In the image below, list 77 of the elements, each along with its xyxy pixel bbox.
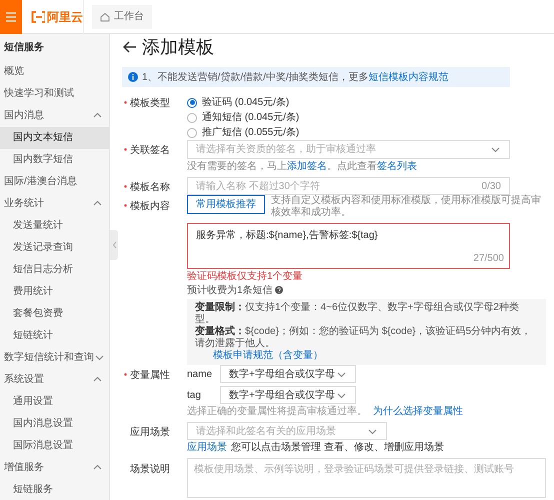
field-label: 关联签名 (130, 144, 170, 158)
field-label: 变量属性 (130, 368, 170, 383)
error-message: 验证码模板仅支持1个变量 (187, 270, 303, 283)
sidebar-item[interactable]: 短链统计 (0, 324, 109, 346)
fee-note: 预计收费为1条短信 (187, 284, 273, 298)
rules-link[interactable]: 模板申请规范（含变量） (213, 350, 323, 362)
notice-link[interactable]: 短信模板内容规范 (368, 72, 449, 82)
hint-link[interactable]: 为什么选择变量属性 (373, 404, 463, 418)
sidebar-item[interactable]: 发送记录查询 (0, 236, 109, 259)
sidebar-item[interactable]: 数字短信统计和查询 (0, 346, 109, 368)
collapse-handle[interactable] (110, 230, 118, 260)
notice-text: 1、不能发送营销/贷款/借款/中奖/抽奖类短信，更多短信模板内容规范 (142, 70, 449, 84)
logo-icon (31, 10, 45, 22)
workbench-tab[interactable]: 工作台 (92, 4, 152, 28)
field-label: 模板名称 (130, 180, 170, 195)
sidebar-item[interactable]: 概览 (0, 60, 109, 83)
sidebar-item[interactable]: 系统设置 (0, 368, 109, 390)
input-placeholder: 请输入名称 不超过30个字符 (196, 180, 320, 194)
select-value: 数字+字母组合或仅字母 (229, 368, 335, 382)
menu-icon (6, 12, 16, 22)
sidebar-item[interactable]: 国内消息 (0, 104, 109, 127)
chevron-left-icon (112, 241, 116, 249)
page-title: 添加模板 (142, 36, 214, 58)
signature-hint: 没有需要的签名，马上添加签名。点此查看签名列表 (187, 159, 417, 174)
variables-hint: 选择正确的变量属性将提高审核通过率。 (187, 404, 367, 418)
hint-link[interactable]: 签名列表 (377, 159, 417, 174)
field-label: 模板类型 (130, 96, 170, 111)
field-label: 场景说明 (130, 462, 170, 477)
home-icon (100, 12, 110, 22)
radio-option[interactable]: 通知短信 (0.045元/条) (187, 110, 300, 125)
variable-type-select[interactable]: 数字+字母组合或仅字母 (220, 365, 356, 383)
rule-text: 变量格式：${code}；例如：您的验证码为 ${code}，该验证码5分钟内有效，请勿泄露于他人。 (195, 326, 532, 350)
sidebar-item[interactable]: 通用设置 (0, 390, 109, 412)
variable-name: tag (187, 388, 202, 402)
sidebar-item[interactable]: 国际/港澳台消息 (0, 170, 109, 193)
radio-button[interactable] (187, 128, 197, 138)
sidebar-item[interactable]: 国内文本短信 (0, 126, 109, 149)
sidebar-item[interactable]: 国际消息设置 (0, 434, 109, 456)
char-counter: 0/30 (482, 180, 501, 194)
sidebar-item[interactable]: 国内数字短信 (0, 148, 109, 171)
radio-button[interactable] (187, 98, 197, 108)
select-value: 数字+字母组合或仅字母 (229, 388, 335, 402)
logo-text: 阿里云 (47, 8, 83, 26)
back-button[interactable] (122, 39, 138, 55)
info-icon (128, 72, 138, 82)
content-description: 支持自定义模板内容和使用标准模版，使用标准模版可提高审核效率和成功率。 (271, 195, 542, 219)
radio-button[interactable] (187, 112, 197, 122)
content-textarea[interactable]: 服务异常，标题:${name},告警标签:${tag} 27/500 (187, 223, 510, 269)
char-counter: 27/500 (473, 252, 504, 266)
sidebar-item[interactable]: 国内消息设置 (0, 412, 109, 434)
sidebar-item[interactable]: 短链服务 (0, 478, 109, 500)
sidebar-item[interactable]: 快速学习和测试 (0, 82, 109, 105)
field-label: 模板内容 (130, 200, 170, 214)
textarea-placeholder: 模板使用场景、示例等说明，登录验证码场景可提供登录链接、测试账号 (194, 464, 514, 475)
hint-link[interactable]: 应用场景 (187, 440, 227, 454)
sidebar-item[interactable]: 增值服务 (0, 456, 109, 478)
sidebar-item[interactable]: 短信日志分析 (0, 258, 109, 280)
variable-name: name (187, 368, 214, 382)
select-placeholder: 请选择有关资质的签名，助于审核通过率 (196, 142, 376, 157)
sidebar-item[interactable]: 发送量统计 (0, 214, 109, 237)
field-label: 应用场景 (130, 426, 170, 440)
menu-button[interactable] (0, 0, 22, 34)
radio-option[interactable]: 推广短信 (0.055元/条) (187, 125, 300, 140)
variable-type-select[interactable]: 数字+字母组合或仅字母 (220, 386, 356, 404)
sidebar-item[interactable]: 套餐包资费 (0, 302, 109, 324)
hint-link[interactable]: 添加签名 (287, 159, 327, 174)
rule-text: 变量限制：仅支持1个变量：4~6位仅数字、数字+字母组合或仅字母2种类型。 (195, 302, 520, 325)
radio-option[interactable]: 验证码 (0.045元/条) (187, 95, 300, 110)
help-icon (274, 286, 283, 294)
sidebar-item[interactable]: 费用统计 (0, 280, 109, 302)
sidebar-title: 短信服务 (3, 40, 45, 56)
recommend-button[interactable]: 常用模板推荐 (187, 195, 265, 214)
scene-hint: 您可以点击场景管理 查看、修改、增删应用场景 (231, 440, 444, 454)
textarea-value: 服务异常，标题:${name},告警标签:${tag} (196, 228, 379, 243)
sidebar-item[interactable]: 业务统计 (0, 192, 109, 215)
select-placeholder: 请选择和此签名有关的应用场景 (196, 424, 336, 438)
back-arrow-icon (122, 40, 137, 54)
